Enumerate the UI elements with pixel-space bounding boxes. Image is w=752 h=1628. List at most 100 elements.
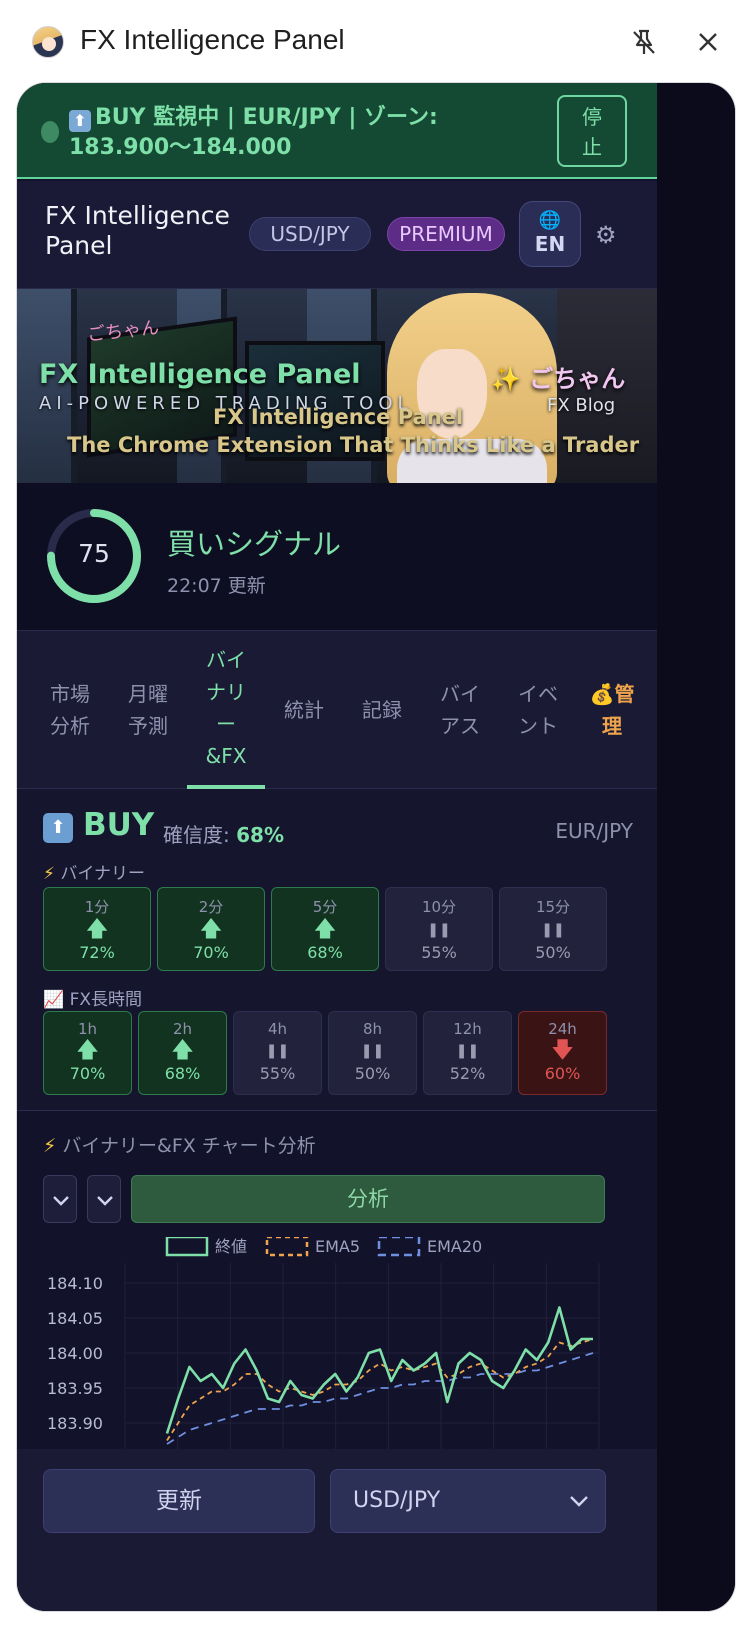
fx-timeframe: 1h [77, 1020, 98, 1038]
monitor-status-text: ⬆ BUY 監視中 | EUR/JPY | ゾーン: 183.900〜184.00… [69, 105, 438, 160]
globe-icon: 🌐 [538, 210, 562, 231]
lightning-icon: ⚡ [43, 864, 55, 884]
binary-cell: 10分 ❚❚ 55% [385, 887, 493, 971]
pause-icon: ❚❚ [455, 1043, 480, 1059]
analyze-button[interactable]: 分析 [131, 1175, 605, 1223]
chevron-down-icon [570, 1496, 588, 1507]
tab-management[interactable]: 💰管理 [573, 631, 651, 789]
confidence-value: 68% [236, 823, 284, 847]
banner-extension-title: FX Intelligence Panel [213, 405, 464, 429]
signal-summary: 75 買いシグナル 22:07 更新 [17, 483, 657, 631]
extension-avatar-icon [32, 26, 64, 58]
fx-probability: 68% [164, 1064, 201, 1083]
y-tick-label: 183.95 [47, 1379, 103, 1398]
fx-probability: 52% [449, 1064, 486, 1083]
status-dot [41, 121, 59, 143]
fx-timeframe: 12h [453, 1020, 482, 1038]
signal-title: 買いシグナル [167, 527, 342, 561]
unpin-icon[interactable] [628, 26, 660, 58]
panel-footer: 更新 USD/JPY [17, 1449, 657, 1611]
pair-select[interactable]: USD/JPY [330, 1469, 606, 1533]
up-arrow-icon: 🡅 [171, 1038, 194, 1063]
fx-section-label: 📈 FX長時間 [43, 990, 143, 1010]
pair-dropdown[interactable] [43, 1175, 77, 1223]
binary-timeframe: 2分 [198, 898, 224, 916]
panel-scroll-gutter [657, 83, 735, 1611]
binary-cell: 1分 🡅 72% [43, 887, 151, 971]
fx-probability: 60% [544, 1064, 581, 1083]
legend-swatch [377, 1237, 421, 1257]
fx-timeframe: 8h [362, 1020, 383, 1038]
prediction-panel: ⬆ BUY 確信度: 68% EUR/JPY ⚡ バイナリー 1分 🡅 72% 2分 🡅… [17, 789, 657, 1111]
chevron-down-icon [97, 1196, 113, 1206]
panel-frame: ⬆ BUY 監視中 | EUR/JPY | ゾーン: 183.900〜184.00… [16, 82, 736, 1612]
fx-timeframe: 2h [172, 1020, 193, 1038]
side-panel-header: FX Intelligence Panel [0, 0, 752, 82]
legend-swatch [165, 1237, 209, 1257]
banner-brand: ✨ ごちゃん [491, 365, 626, 393]
y-tick-label: 183.90 [47, 1414, 103, 1433]
refresh-button[interactable]: 更新 [43, 1469, 315, 1533]
close-icon[interactable] [692, 26, 724, 58]
tab-statistics[interactable]: 統計 [265, 631, 343, 789]
prediction-header: ⬆ BUY 確信度: 68% EUR/JPY [43, 807, 633, 849]
banner-title: FX Intelligence Panel [39, 359, 361, 390]
up-arrow-icon: 🡅 [199, 917, 223, 942]
binary-cell: 15分 ❚❚ 50% [499, 887, 607, 971]
legend-label: EMA20 [427, 1237, 482, 1256]
down-arrow-icon: 🡇 [551, 1038, 574, 1063]
fx-cell: 1h 🡅 70% [43, 1011, 132, 1095]
tab-events[interactable]: イベント [499, 631, 577, 789]
stop-monitor-button[interactable]: 停止 [557, 95, 627, 167]
chevron-down-icon [53, 1196, 69, 1206]
panel-header: FX Intelligence Panel USD/JPY PREMIUM 🌐 … [17, 181, 657, 289]
up-arrow-icon: ⬆ [43, 813, 73, 843]
binary-probability: 50% [535, 943, 571, 962]
fx-probability: 55% [259, 1064, 296, 1083]
tab-bar: 市場分析 月曜予測 バイナリー&FX 統計 記録 バイアス イベント 💰管理 [17, 631, 657, 789]
fx-cell: 12h ❚❚ 52% [423, 1011, 512, 1095]
fx-probability: 50% [354, 1064, 391, 1083]
pause-icon: ❚❚ [360, 1043, 385, 1059]
banner-blog-label: FX Blog [547, 395, 616, 416]
fx-cell: 8h ❚❚ 50% [328, 1011, 417, 1095]
binary-section-label: ⚡ バイナリー [43, 864, 146, 884]
fx-timeframe: 4h [267, 1020, 288, 1038]
binary-cell: 2分 🡅 70% [157, 887, 265, 971]
prediction-pair: EUR/JPY [555, 819, 633, 843]
binary-probability: 72% [79, 943, 115, 962]
binary-timeframe: 15分 [535, 898, 571, 916]
lightning-icon: ⚡ [43, 1135, 57, 1157]
timeframe-dropdown[interactable] [87, 1175, 121, 1223]
gear-icon[interactable]: ⚙ [595, 221, 617, 249]
tab-market-analysis[interactable]: 市場分析 [31, 631, 109, 789]
analysis-title: ⚡ バイナリー&FX チャート分析 [43, 1135, 316, 1157]
y-tick-label: 184.05 [47, 1309, 103, 1328]
pair-chip: USD/JPY [249, 217, 371, 251]
language-button[interactable]: 🌐 EN [519, 201, 581, 267]
binary-timeframe: 1分 [84, 898, 110, 916]
pause-icon: ❚❚ [541, 922, 565, 938]
tab-records[interactable]: 記録 [343, 631, 421, 789]
signal-updated-time: 22:07 更新 [167, 575, 266, 597]
tab-monday-forecast[interactable]: 月曜予測 [109, 631, 187, 789]
monitor-status-bar: ⬆ BUY 監視中 | EUR/JPY | ゾーン: 183.900〜184.00… [17, 83, 657, 179]
up-arrow-icon: 🡅 [76, 1038, 99, 1063]
legend-label: 終値 [215, 1237, 247, 1256]
fx-cell: 24h 🡇 60% [518, 1011, 607, 1095]
prediction-direction: BUY [83, 807, 155, 843]
binary-probability: 55% [421, 943, 457, 962]
binary-probability: 70% [193, 943, 229, 962]
y-tick-label: 184.00 [47, 1344, 103, 1363]
tab-binary-fx[interactable]: バイナリー&FX [187, 631, 265, 789]
language-label: EN [534, 232, 566, 256]
pause-icon: ❚❚ [265, 1043, 290, 1059]
fx-probability: 70% [69, 1064, 106, 1083]
tab-bias[interactable]: バイアス [421, 631, 499, 789]
side-panel-title: FX Intelligence Panel [80, 24, 345, 55]
up-arrow-icon: 🡅 [85, 917, 109, 942]
binary-probability: 68% [307, 943, 343, 962]
promo-banner[interactable]: ごちゃん FX Intelligence Panel AI-POWERED TR… [17, 289, 657, 483]
legend-swatch [265, 1237, 309, 1257]
binary-cell: 5分 🡅 68% [271, 887, 379, 971]
